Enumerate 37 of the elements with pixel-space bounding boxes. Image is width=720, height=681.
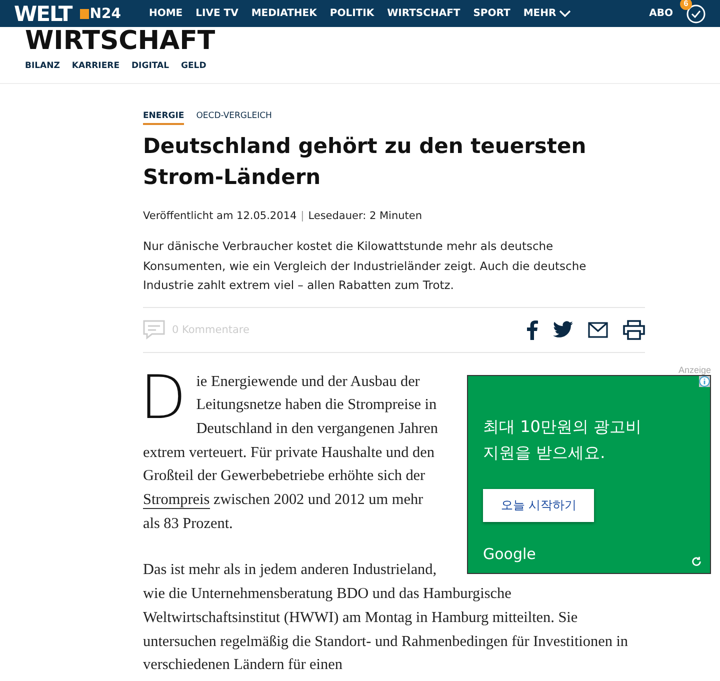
abo-link[interactable]: ABO [649,8,673,19]
meta-separator: | [300,210,304,222]
more-menu[interactable]: MEHR [523,8,572,19]
chevron-down-icon [559,10,572,18]
refresh-icon[interactable] [691,556,702,566]
logo-subtitle[interactable]: N24 [80,6,121,22]
twitter-icon[interactable] [553,321,573,338]
email-icon[interactable] [588,322,608,338]
reading-time: Lesedauer: 2 Minuten [308,210,422,222]
subnav-link[interactable]: GELD [181,61,206,71]
headline: Deutschland gehört zu den teuersten Strom-Ländern [143,133,588,191]
subnav-link[interactable]: BILANZ [25,61,60,71]
article-intro: Nur dänische Verbraucher kostet die Kilowattstunde mehr als deutsche Konsumenten, wie ein Vergleich der Industrieländer zeigt. Auch die deutsche Industrie zahlt extrem viel – allen Rabatten zum Trotz. [143,238,588,294]
logo[interactable]: WELT [14,2,72,26]
topic-tag[interactable]: ENERGIE [143,111,184,125]
ad-label: Anzeige [677,364,711,374]
strompreis-link[interactable]: Strompreis [143,491,210,510]
topic-tag[interactable]: OECD-VERGLEICH [196,111,272,125]
notification-badge: 6 [680,0,692,10]
nav-link[interactable]: WIRTSCHAFT [387,8,460,19]
nav-link[interactable]: HOME [148,8,183,19]
subnav-link[interactable]: DIGITAL [132,61,169,71]
drop-cap: D [140,370,186,426]
publish-date: Veröffentlicht am 12.05.2014 [143,210,297,222]
nav-link[interactable]: MEDIATHEK [251,8,317,19]
advertisement-banner[interactable]: 최대 10만원의 광고비 지원을 받으세요. 오늘 시작하기 Google [467,374,711,574]
clock-icon[interactable] [686,4,706,24]
section-title: WIRTSCHAFT [25,28,216,54]
ad-button[interactable]: 오늘 시작하기 [483,488,594,522]
info-icon[interactable] [699,376,710,386]
facebook-icon[interactable] [526,320,538,340]
ad-text: 최대 10만원의 광고비 지원을 받으세요. [483,416,643,464]
nav-link[interactable]: LIVE TV [196,8,238,19]
subnav-link[interactable]: KARRIERE [72,61,120,71]
print-icon[interactable] [623,320,645,340]
nav-link[interactable]: SPORT [473,8,510,19]
nav-link[interactable]: POLITIK [330,8,374,19]
